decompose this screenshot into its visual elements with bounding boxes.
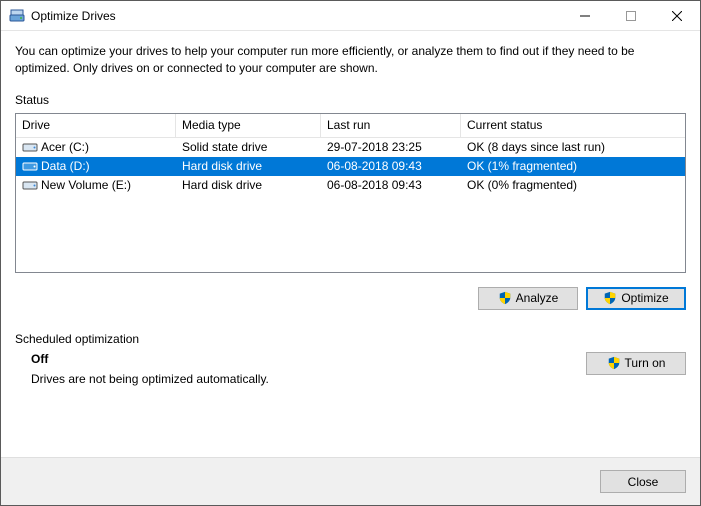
action-buttons: Analyze Optimize: [15, 287, 686, 310]
drive-row[interactable]: New Volume (E:) Hard disk drive06-08-2018…: [16, 176, 685, 195]
maximize-button[interactable]: [608, 1, 654, 30]
drive-name: Data (D:): [41, 159, 90, 173]
drive-status: OK (1% fragmented): [461, 159, 685, 173]
bottom-bar: Close: [1, 457, 700, 505]
uac-shield-icon: [498, 291, 512, 305]
uac-shield-icon: [607, 356, 621, 370]
drive-status: OK (8 days since last run): [461, 140, 685, 154]
uac-shield-icon: [603, 291, 617, 305]
drive-icon: [22, 141, 38, 153]
window-controls: [562, 1, 700, 30]
drive-rows: Acer (C:) Solid state drive29-07-2018 23:…: [16, 138, 685, 195]
drive-status: OK (0% fragmented): [461, 178, 685, 192]
close-label: Close: [628, 475, 659, 489]
optimize-button[interactable]: Optimize: [586, 287, 686, 310]
drive-last-run: 06-08-2018 09:43: [321, 159, 461, 173]
drive-name: New Volume (E:): [41, 178, 131, 192]
scheduled-label: Scheduled optimization: [15, 332, 686, 346]
scheduled-state: Off: [31, 352, 574, 366]
drive-last-run: 29-07-2018 23:25: [321, 140, 461, 154]
drive-list[interactable]: Drive Media type Last run Current status…: [15, 113, 686, 273]
optimize-label: Optimize: [621, 291, 668, 305]
status-label: Status: [15, 93, 686, 107]
turn-on-label: Turn on: [625, 356, 666, 370]
titlebar: Optimize Drives: [1, 1, 700, 31]
scheduled-section: Scheduled optimization Off Drives are no…: [15, 332, 686, 386]
column-header-status[interactable]: Current status: [461, 114, 685, 138]
drive-media-type: Solid state drive: [176, 140, 321, 154]
close-dialog-button[interactable]: Close: [600, 470, 686, 493]
minimize-icon: [580, 11, 590, 21]
minimize-button[interactable]: [562, 1, 608, 30]
drive-media-type: Hard disk drive: [176, 159, 321, 173]
drive-media-type: Hard disk drive: [176, 178, 321, 192]
turn-on-button[interactable]: Turn on: [586, 352, 686, 375]
column-header-drive[interactable]: Drive: [16, 114, 176, 138]
drive-last-run: 06-08-2018 09:43: [321, 178, 461, 192]
maximize-icon: [626, 11, 636, 21]
app-icon: [9, 8, 25, 24]
content-area: You can optimize your drives to help you…: [1, 31, 700, 457]
window-title: Optimize Drives: [31, 9, 562, 23]
close-icon: [672, 11, 682, 21]
column-header-last-run[interactable]: Last run: [321, 114, 461, 138]
analyze-button[interactable]: Analyze: [478, 287, 578, 310]
analyze-label: Analyze: [516, 291, 559, 305]
drive-name: Acer (C:): [41, 140, 89, 154]
close-button[interactable]: [654, 1, 700, 30]
drive-list-header: Drive Media type Last run Current status: [16, 114, 685, 138]
scheduled-subtext: Drives are not being optimized automatic…: [31, 372, 574, 386]
description-text: You can optimize your drives to help you…: [15, 43, 686, 77]
scheduled-text: Off Drives are not being optimized autom…: [31, 352, 574, 386]
drive-row[interactable]: Data (D:) Hard disk drive06-08-2018 09:43…: [16, 157, 685, 176]
optimize-drives-window: Optimize Drives You can optimize your dr…: [0, 0, 701, 506]
drive-row[interactable]: Acer (C:) Solid state drive29-07-2018 23:…: [16, 138, 685, 157]
drive-icon: [22, 179, 38, 191]
drive-icon: [22, 160, 38, 172]
column-header-media[interactable]: Media type: [176, 114, 321, 138]
